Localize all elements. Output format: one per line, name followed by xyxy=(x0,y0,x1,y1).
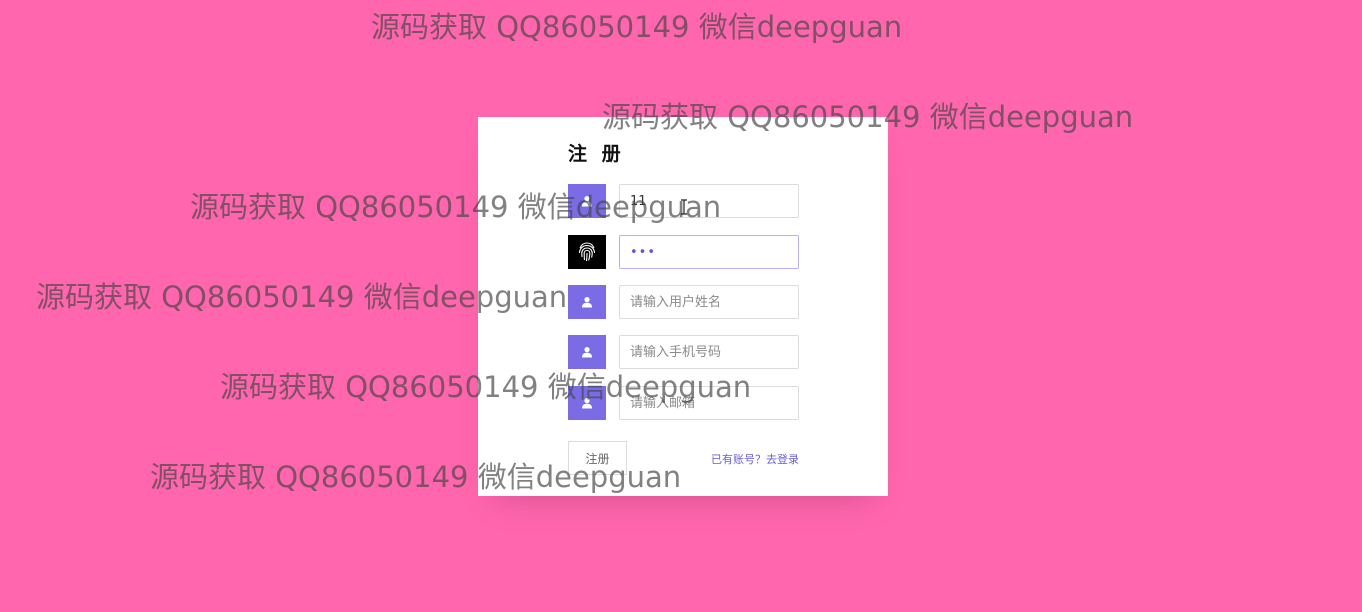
username-input[interactable] xyxy=(619,184,799,218)
login-link[interactable]: 已有账号？去登录 xyxy=(711,451,799,467)
fullname-input[interactable] xyxy=(619,285,799,319)
page: 注 册 11 ••• 请输入用户姓名 请输入手机号码 请输入邮箱 注册 已有账号… xyxy=(0,0,1362,612)
password-input[interactable] xyxy=(619,235,799,269)
user-icon xyxy=(568,335,606,369)
user-icon xyxy=(568,285,606,319)
watermark-text: 源码获取 QQ86050149 微信deepguan xyxy=(371,10,903,44)
phone-input[interactable] xyxy=(619,335,799,369)
email-input[interactable] xyxy=(619,386,799,420)
user-icon xyxy=(568,386,606,420)
register-button[interactable]: 注册 xyxy=(568,441,627,475)
user-icon xyxy=(568,184,606,218)
register-card: 注 册 11 ••• 请输入用户姓名 请输入手机号码 请输入邮箱 注册 已有账号… xyxy=(478,117,888,496)
fingerprint-icon xyxy=(568,235,606,269)
form-title: 注 册 xyxy=(568,143,625,165)
text-cursor-icon xyxy=(681,199,687,215)
